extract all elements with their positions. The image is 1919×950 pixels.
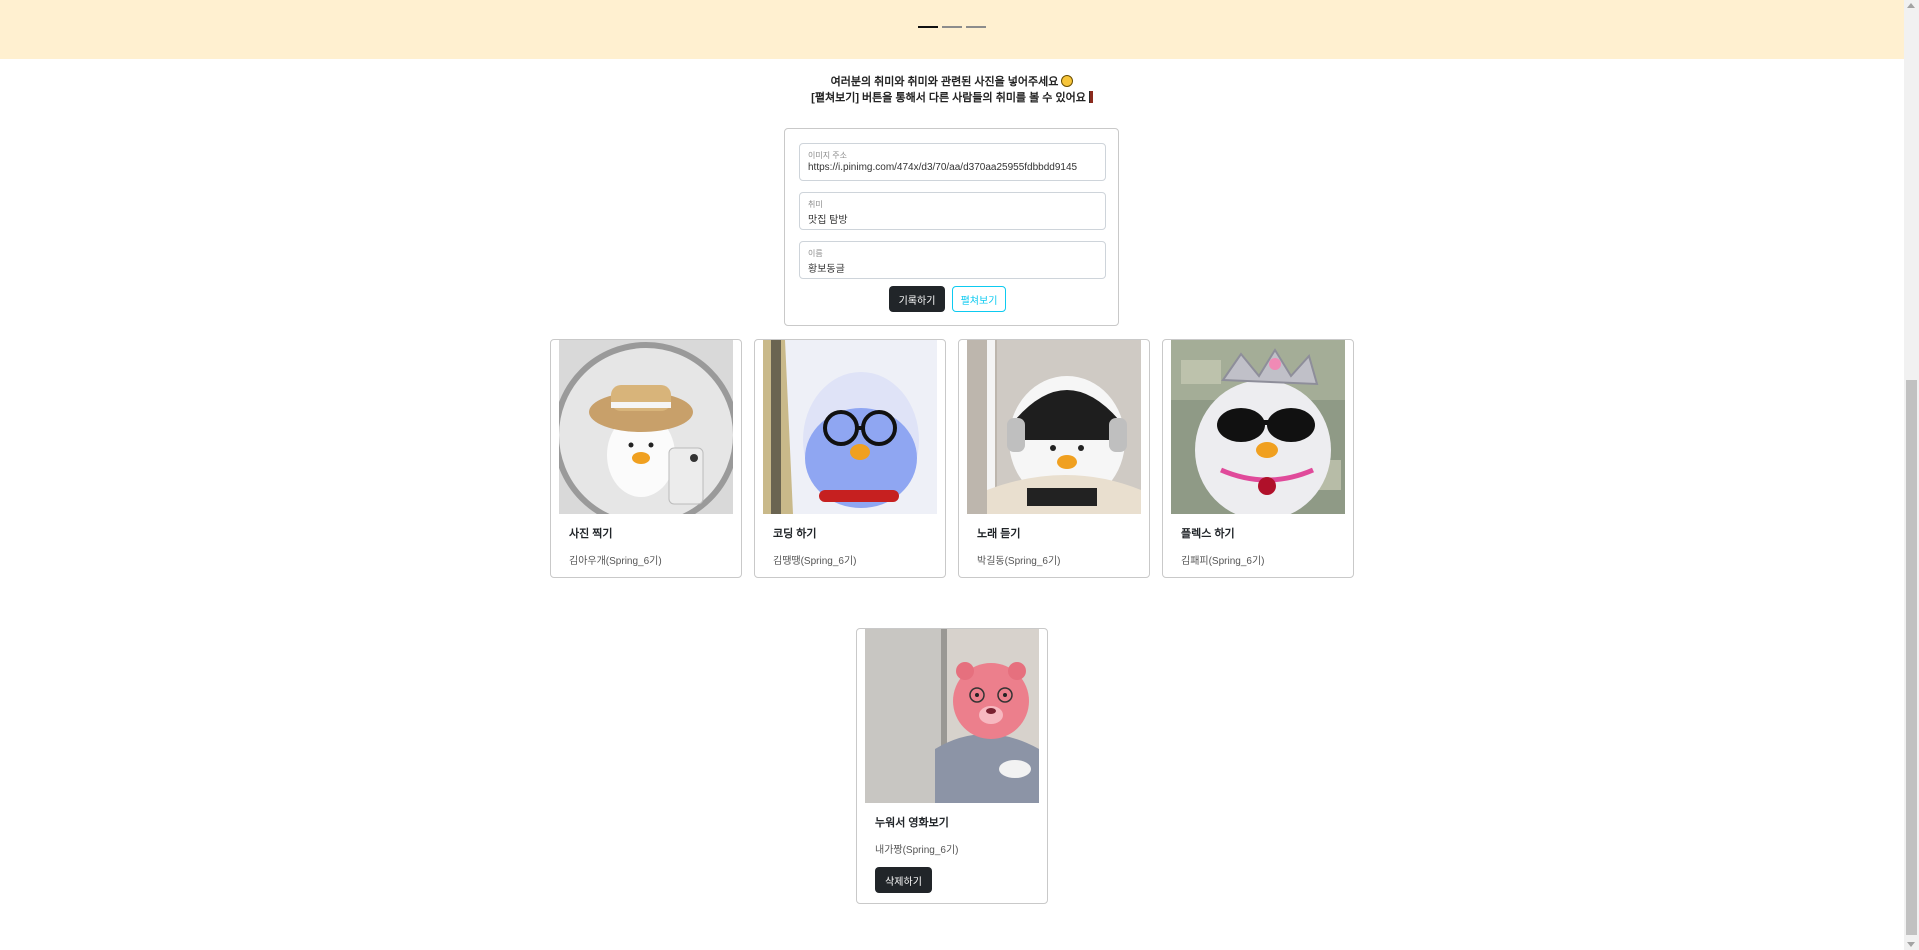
card-title: 사진 찍기 bbox=[569, 528, 613, 540]
card-author: 내가짱(Spring_6기) bbox=[875, 845, 959, 856]
card-title: 코딩 하기 bbox=[773, 528, 817, 540]
hobby-card: 사진 찍기 김아우개(Spring_6기) bbox=[550, 339, 742, 578]
scroll-down-arrow-icon[interactable] bbox=[1907, 942, 1915, 947]
intro-line-2: [펼쳐보기] 버튼을 통해서 다른 사람들의 취미를 볼 수 있어요 bbox=[0, 89, 1904, 105]
image-url-field[interactable]: 이미지 주소 https://i.pinimg.com/474x/d3/70/a… bbox=[799, 143, 1106, 181]
duck-sunglasses-crown-photo bbox=[1171, 340, 1345, 514]
duck-straw-hat-photo bbox=[559, 340, 733, 514]
card-title: 플렉스 하기 bbox=[1181, 528, 1235, 540]
intro-line-1: 여러분의 취미와 취미와 관련된 사진을 넣어주세요 bbox=[0, 73, 1904, 89]
open-button[interactable]: 펼쳐보기 bbox=[952, 286, 1006, 312]
card-title: 누워서 영화보기 bbox=[875, 817, 949, 829]
hobby-card: 코딩 하기 김땡땡(Spring_6기) bbox=[754, 339, 946, 578]
hobby-value[interactable]: 맛집 탐방 bbox=[808, 211, 1101, 226]
card-author: 김땡땡(Spring_6기) bbox=[773, 556, 857, 567]
vertical-scrollbar[interactable] bbox=[1904, 0, 1919, 950]
duck-headphones-photo bbox=[967, 340, 1141, 514]
delete-button[interactable]: 삭제하기 bbox=[875, 867, 932, 893]
hobby-card: 플렉스 하기 김패피(Spring_6기) bbox=[1162, 339, 1354, 578]
scroll-up-arrow-icon[interactable] bbox=[1907, 3, 1915, 8]
header-banner bbox=[0, 0, 1904, 59]
image-url-label: 이미지 주소 bbox=[808, 151, 848, 160]
brick-emoji-icon bbox=[1088, 91, 1093, 103]
carousel-indicator-1[interactable] bbox=[918, 26, 938, 28]
hobby-card: 누워서 영화보기 내가짱(Spring_6기) 삭제하기 bbox=[856, 628, 1048, 904]
image-url-value[interactable]: https://i.pinimg.com/474x/d3/70/aa/d370a… bbox=[808, 162, 1101, 173]
carousel-indicator-3[interactable] bbox=[966, 26, 986, 28]
name-field[interactable]: 이름 황보동글 bbox=[799, 241, 1106, 279]
hobby-form: 이미지 주소 https://i.pinimg.com/474x/d3/70/a… bbox=[784, 128, 1119, 326]
carousel-indicator-2[interactable] bbox=[942, 26, 962, 28]
hobby-card: 노래 듣기 박길동(Spring_6기) bbox=[958, 339, 1150, 578]
card-author: 김아우개(Spring_6기) bbox=[569, 556, 662, 567]
card-author: 박길동(Spring_6기) bbox=[977, 556, 1061, 567]
hobby-field[interactable]: 취미 맛집 탐방 bbox=[799, 192, 1106, 230]
name-label: 이름 bbox=[808, 249, 823, 258]
hobby-label: 취미 bbox=[808, 200, 823, 209]
save-button[interactable]: 기록하기 bbox=[889, 286, 945, 312]
carousel-indicators bbox=[918, 26, 986, 28]
intro-text-1: 여러분의 취미와 취미와 관련된 사진을 넣어주세요 bbox=[830, 76, 1059, 88]
card-title: 노래 듣기 bbox=[977, 528, 1021, 540]
card-author: 김패피(Spring_6기) bbox=[1181, 556, 1265, 567]
smile-emoji-icon bbox=[1061, 75, 1074, 87]
duck-glasses-photo bbox=[763, 340, 937, 514]
pink-beaver-photo bbox=[865, 629, 1039, 803]
scrollbar-thumb[interactable] bbox=[1906, 380, 1917, 935]
name-value[interactable]: 황보동글 bbox=[808, 260, 1101, 275]
intro-text-2: [펼쳐보기] 버튼을 통해서 다른 사람들의 취미를 볼 수 있어요 bbox=[811, 92, 1086, 104]
